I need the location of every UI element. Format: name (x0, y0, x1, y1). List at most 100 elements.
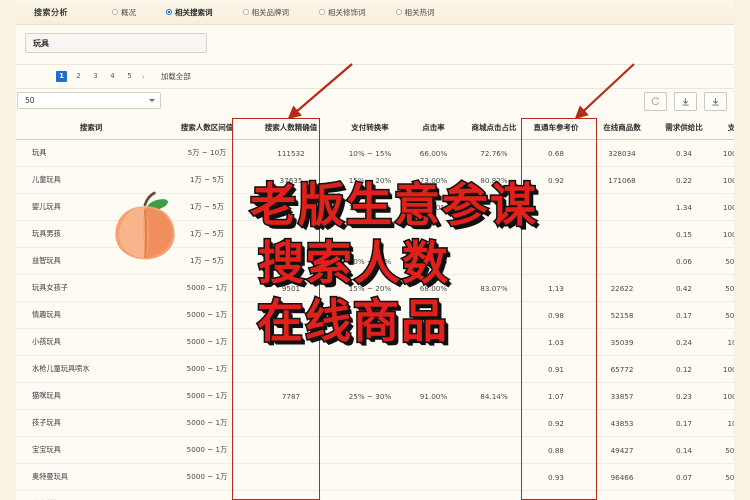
radio-dot-icon (242, 9, 249, 15)
cell-online-items: 164132 (585, 490, 659, 500)
app-root: 搜索分析 概况 相关搜索词 相关品牌词 相关修饰词 相关热词 玩具 1 2 3 … (0, 0, 750, 500)
radio-related-brand-terms[interactable]: 相关品牌词 (242, 7, 289, 18)
cell-search-range: 1万 ~ 5万 (166, 193, 248, 221)
cell-ppc-price: 1.03 (527, 328, 585, 356)
radio-related-hot-terms[interactable]: 相关热词 (395, 7, 435, 18)
cell-mall-click-share: 80.82% (461, 166, 527, 194)
cell-supply-demand-ratio: 0.42 (659, 274, 709, 302)
cell-mall-click-share (461, 301, 527, 329)
download-button[interactable] (674, 92, 697, 111)
cell-online-items: 22622 (585, 274, 659, 302)
cell-supply-demand-ratio: 0.04 (659, 490, 709, 500)
cell-click-rate: 91.00% (406, 382, 461, 410)
cell-online-items: 328034 (585, 139, 659, 167)
cell-search-exact: 111532 (248, 139, 334, 167)
download-icon (682, 97, 689, 105)
cell-keyword: 水枪儿童玩具喷水 (16, 355, 166, 383)
cell-search-exact (248, 247, 334, 275)
cell-click-rate: 68.00% (406, 274, 461, 302)
cell-conversion-rate: 10% ~ 15% (334, 247, 406, 275)
load-all-button[interactable]: 加载全部 (161, 71, 191, 82)
cell-online-items: 96466 (585, 463, 659, 491)
cell-search-exact (248, 409, 334, 437)
cell-paying-buyers: 100 ~ 500 (709, 328, 734, 356)
col-header-paying-buyers[interactable]: 支付买家数 (709, 116, 734, 140)
cell-search-range: 5000 ~ 1万 (166, 355, 248, 383)
radio-dot-icon (112, 9, 118, 15)
page-size-select[interactable]: 50 (17, 92, 161, 109)
cell-click-rate (406, 355, 461, 383)
cell-conversion-rate (334, 301, 406, 329)
toolbar-icon-buttons (644, 92, 727, 111)
cell-ppc-price (527, 247, 585, 275)
cell-ppc-price (527, 220, 585, 248)
page-button-1[interactable]: 1 (56, 71, 67, 82)
page-button-4[interactable]: 4 (107, 71, 118, 82)
table-row[interactable]: 儿童益智玩具5000 ~ 1万656515% ~ 20%65.00%84.44%… (16, 490, 734, 500)
cell-search-range: 5000 ~ 1万 (166, 301, 248, 329)
table-row[interactable]: 益智玩具1万 ~ 5万 10% ~ 15%64.00% 0.06500 ~ 1000 (16, 247, 734, 275)
table-row[interactable]: 情趣玩具5000 ~ 1万 0.98521580.17500 ~ 1000 (16, 301, 734, 329)
table-row[interactable]: 婴儿玩具1万 ~ 5万 15% ~ 20%79.00% 1.341000 ~ 500… (16, 193, 734, 221)
analysis-type-radio-group: 概况 相关搜索词 相关品牌词 相关修饰词 相关热词 (112, 7, 435, 18)
radio-related-search-terms[interactable]: 相关搜索词 (166, 7, 213, 18)
cell-keyword: 宝宝玩具 (16, 436, 166, 464)
table-row[interactable]: 小孩玩具5000 ~ 1万 1.03350390.24100 ~ 500 (16, 328, 734, 356)
cell-search-range: 5000 ~ 1万 (166, 436, 248, 464)
table-row[interactable]: 奥特曼玩具5000 ~ 1万 0.93964660.07500 ~ 1000 (16, 463, 734, 491)
radio-label: 相关搜索词 (175, 7, 213, 17)
cell-online-items (585, 247, 659, 275)
col-header-search-exact[interactable]: 搜索人数精确值 (248, 116, 334, 140)
cell-paying-buyers: 1000 ~ 5000 (709, 382, 734, 410)
table-row[interactable]: 玩具男孩1万 ~ 5万 0.151000 ~ 5000 (16, 220, 734, 248)
cell-ppc-price: 1.13 (527, 274, 585, 302)
page-button-3[interactable]: 3 (90, 71, 101, 82)
cell-search-exact (248, 328, 334, 356)
cell-ppc-price: 0.88 (527, 436, 585, 464)
col-header-mall-click-share[interactable]: 商城点击占比 (461, 116, 527, 140)
cell-ppc-price: 0.92 (527, 166, 585, 194)
cell-mall-click-share: 84.44% (461, 490, 527, 500)
table-row[interactable]: 玩具 5万 ~ 10万 111532 10% ~ 15% 66.00% 72.76% 0.6… (16, 139, 734, 167)
table-row[interactable]: 孩子玩具5000 ~ 1万 0.92438530.17100 ~ 500 (16, 409, 734, 437)
cell-supply-demand-ratio: 0.34 (659, 139, 709, 167)
cell-conversion-rate (334, 436, 406, 464)
cell-click-rate (406, 220, 461, 248)
cell-paying-buyers: 100 ~ 500 (709, 490, 734, 500)
table-row[interactable]: 宝宝玩具5000 ~ 1万 0.88494270.14500 ~ 1000 (16, 436, 734, 464)
col-header-supply-demand-ratio[interactable]: 需求供给比 (659, 116, 709, 140)
cell-keyword: 玩具男孩 (16, 220, 166, 248)
radio-dot-icon (319, 9, 325, 15)
table-row[interactable]: 水枪儿童玩具喷水5000 ~ 1万 0.91657720.121000 ~ 500… (16, 355, 734, 383)
page-button-2[interactable]: 2 (73, 71, 84, 82)
col-header-keyword[interactable]: 搜索词 (16, 116, 166, 140)
cell-paying-buyers: 500 ~ 1000 (709, 274, 734, 302)
refresh-button[interactable] (644, 92, 667, 111)
radio-overview[interactable]: 概况 (112, 7, 136, 18)
cell-ppc-price: 0.91 (527, 355, 585, 383)
cell-search-range: 5000 ~ 1万 (166, 409, 248, 437)
cell-search-exact (248, 220, 334, 248)
keyword-table-container[interactable]: 搜索词 搜索人数区间值 搜索人数精确值 支付转换率 点击率 商城点击占比 直通车… (16, 116, 734, 500)
col-header-conversion-rate[interactable]: 支付转换率 (334, 116, 406, 140)
col-header-online-items[interactable]: 在线商品数 (585, 116, 659, 140)
cell-mall-click-share (461, 355, 527, 383)
col-header-click-rate[interactable]: 点击率 (406, 116, 461, 140)
cell-online-items: 49427 (585, 436, 659, 464)
radio-label: 相关修饰词 (328, 7, 366, 17)
search-input[interactable]: 玩具 (25, 33, 207, 53)
col-header-search-range[interactable]: 搜索人数区间值 (166, 116, 248, 140)
page-gutter-right (734, 0, 750, 500)
cell-search-range: 5000 ~ 1万 (166, 274, 248, 302)
next-page-icon[interactable]: › (141, 73, 146, 81)
cell-paying-buyers: 1000 ~ 5000 (709, 355, 734, 383)
table-row[interactable]: 玩具女孩子 5000 ~ 1万 9501 15% ~ 20% 68.00% 83.07% 1… (16, 274, 734, 302)
page-button-5[interactable]: 5 (124, 71, 135, 82)
radio-related-modifier-terms[interactable]: 相关修饰词 (319, 7, 366, 18)
col-header-ppc-reference-price[interactable]: 直通车参考价 (527, 116, 585, 140)
cell-keyword: 小孩玩具 (16, 328, 166, 356)
cell-mall-click-share (461, 436, 527, 464)
table-row[interactable]: 猫咪玩具 5000 ~ 1万 7787 25% ~ 30% 91.00% 84.14% 1.… (16, 382, 734, 410)
download-all-button[interactable] (704, 92, 727, 111)
table-row[interactable]: 儿童玩具 1万 ~ 5万 37635 15% ~ 20% 73.00% 80.82% 0.9… (16, 166, 734, 194)
